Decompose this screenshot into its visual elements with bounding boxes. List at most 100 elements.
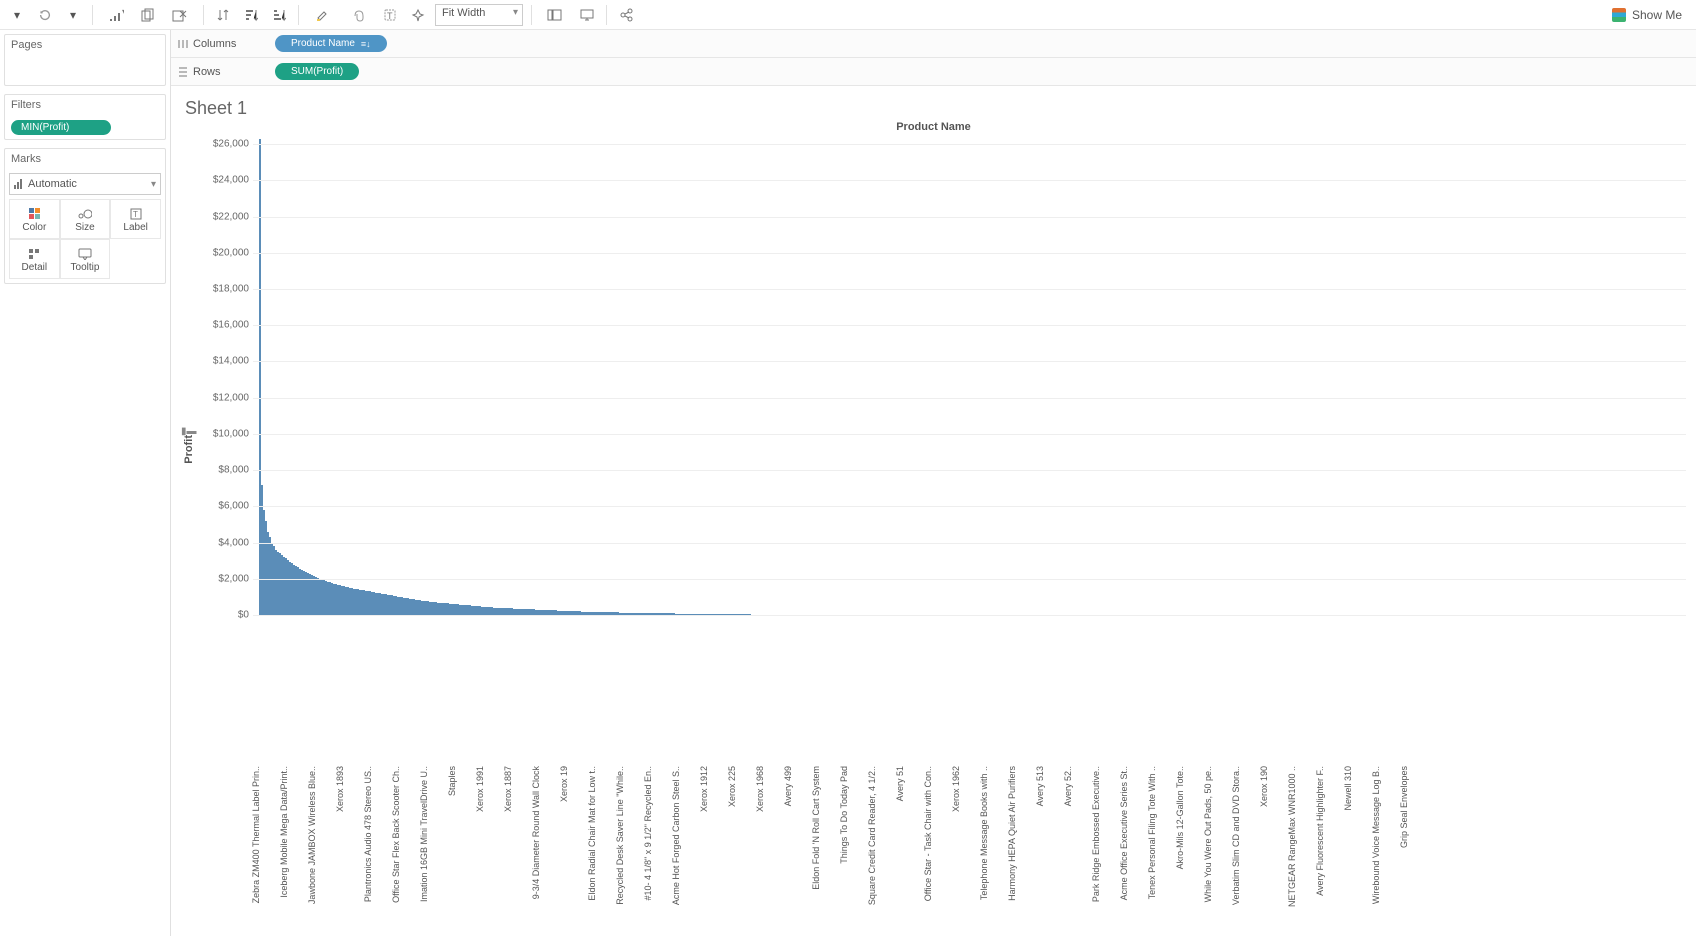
- pages-card[interactable]: Pages: [4, 34, 166, 86]
- sidebar: Pages Filters MIN(Profit) Marks Automati…: [0, 30, 171, 936]
- presentation-button[interactable]: [574, 2, 600, 28]
- share-button[interactable]: [613, 2, 639, 28]
- marks-card[interactable]: Marks Automatic Color Size TLabel Detail…: [4, 148, 166, 284]
- y-tick-label: $2,000: [203, 573, 249, 584]
- svg-text:T: T: [133, 210, 138, 219]
- x-tick-label: Harmony HEPA Quiet Air Purifiers: [1007, 766, 1017, 901]
- x-tick-label: Xerox 1991: [475, 766, 485, 812]
- x-tick-label: Avery 51: [895, 766, 905, 801]
- pin-button[interactable]: [405, 2, 431, 28]
- y-tick-label: $24,000: [203, 175, 249, 186]
- x-tick-label: Avery 52..: [1063, 766, 1073, 806]
- x-tick-label: Zebra ZM400 Thermal Label Prin..: [251, 766, 261, 903]
- highlight-button[interactable]: [305, 2, 339, 28]
- marks-detail-button[interactable]: Detail: [9, 239, 60, 279]
- sort-asc-button[interactable]: [238, 2, 264, 28]
- sort-desc-button[interactable]: [266, 2, 292, 28]
- x-axis-title: Product Name: [181, 121, 1686, 133]
- rows-pill-sum-profit[interactable]: SUM(Profit): [275, 63, 359, 80]
- x-tick-label: Telephone Message Books with ..: [979, 766, 989, 900]
- toolbar: ▾ ▾ ▾ T Fit Width Show Me: [0, 0, 1696, 30]
- svg-text:T: T: [387, 11, 393, 21]
- x-tick-label: Things To Do Today Pad: [839, 766, 849, 864]
- x-tick-label: Park Ridge Embossed Executive..: [1091, 766, 1101, 902]
- sort-icon: ≡↓: [361, 39, 371, 49]
- svg-text:▾: ▾: [122, 8, 124, 16]
- marks-type-select[interactable]: Automatic: [9, 173, 161, 195]
- y-tick-label: $0: [203, 610, 249, 621]
- x-tick-label: Tenex Personal Filing Tote With ..: [1147, 766, 1157, 899]
- x-tick-label: Acme Hot Forged Carbon Steel S..: [671, 766, 681, 905]
- x-tick-label: Square Credit Card Reader, 4 1/2..: [867, 766, 877, 905]
- clear-button[interactable]: [163, 2, 197, 28]
- rows-shelf[interactable]: Rows SUM(Profit): [171, 58, 1696, 86]
- marks-size-button[interactable]: Size: [60, 199, 111, 239]
- filter-pill-min-profit[interactable]: MIN(Profit): [11, 120, 111, 135]
- show-hide-cards-button[interactable]: [538, 2, 572, 28]
- filters-card[interactable]: Filters MIN(Profit): [4, 94, 166, 140]
- x-tick-label: Grip Seal Envelopes: [1399, 766, 1409, 848]
- label-toggle-button[interactable]: T: [377, 2, 403, 28]
- x-tick-label: Akro-Mils 12-Gallon Tote..: [1175, 766, 1185, 869]
- x-tick-label: Eldon Fold 'N Roll Cart System: [811, 766, 821, 890]
- x-tick-label: Xerox 1912: [699, 766, 709, 812]
- x-tick-label: Xerox 1962: [951, 766, 961, 812]
- attach-button[interactable]: [341, 2, 375, 28]
- chart-plot[interactable]: $0$2,000$4,000$6,000$8,000$10,000$12,000…: [203, 135, 1686, 615]
- x-tick-label: Office Star Flex Back Scooter Ch..: [391, 766, 401, 903]
- columns-shelf[interactable]: Columns Product Name ≡↓: [171, 30, 1696, 58]
- pause-dropdown-button[interactable]: ▾: [60, 2, 86, 28]
- y-tick-label: $14,000: [203, 356, 249, 367]
- y-tick-label: $8,000: [203, 465, 249, 476]
- show-me-icon: [1612, 8, 1626, 22]
- x-tick-label: Imation 16GB Mini TravelDrive U..: [419, 766, 429, 902]
- x-tick-label: Iceberg Mobile Mega Data/Print..: [279, 766, 289, 898]
- viz-area: Sheet 1 Product Name ▮▬ Profit $0$2,000$…: [171, 86, 1696, 936]
- x-axis-labels: Zebra ZM400 Thermal Label Prin.. Iceberg …: [247, 766, 1686, 936]
- x-tick-label: Newell 310: [1343, 766, 1353, 811]
- y-tick-label: $20,000: [203, 247, 249, 258]
- x-tick-label: Staples: [447, 766, 457, 796]
- y-tick-label: $16,000: [203, 320, 249, 331]
- x-tick-label: While You Were Out Pads, 50 pe..: [1203, 766, 1213, 902]
- columns-pill-product-name[interactable]: Product Name ≡↓: [275, 35, 387, 52]
- fit-select[interactable]: Fit Width: [435, 4, 523, 26]
- swap-button[interactable]: [210, 2, 236, 28]
- sheet-title[interactable]: Sheet 1: [185, 98, 1686, 119]
- x-tick-label: 9-3/4 Diameter Round Wall Clock: [531, 766, 541, 899]
- y-axis-title: Profit: [181, 435, 197, 464]
- pages-title: Pages: [5, 35, 165, 55]
- x-tick-label: Plantronics Audio 478 Stereo US..: [363, 766, 373, 902]
- x-tick-label: NETGEAR RangeMax WNR1000 ..: [1287, 766, 1297, 907]
- new-worksheet-button[interactable]: ▾: [99, 2, 133, 28]
- y-tick-label: $22,000: [203, 211, 249, 222]
- x-tick-label: Avery 499: [783, 766, 793, 806]
- x-tick-label: Xerox 225: [727, 766, 737, 807]
- marks-type-label: Automatic: [28, 178, 77, 190]
- y-tick-label: $18,000: [203, 283, 249, 294]
- marks-tooltip-button[interactable]: Tooltip: [60, 239, 111, 279]
- filters-title: Filters: [5, 95, 165, 115]
- x-tick-label: Avery 513: [1035, 766, 1045, 806]
- x-tick-label: Avery Fluorescent Highlighter F..: [1315, 766, 1325, 896]
- x-tick-label: Acme Office Executive Series St..: [1119, 766, 1129, 900]
- x-tick-label: Xerox 1893: [335, 766, 345, 812]
- rows-icon: [177, 66, 189, 78]
- marks-title: Marks: [5, 149, 165, 169]
- x-tick-label: Verbatim Slim CD and DVD Stora..: [1231, 766, 1241, 905]
- marks-label-button[interactable]: TLabel: [110, 199, 161, 239]
- x-tick-label: Recycled Desk Saver Line "While..: [615, 766, 625, 905]
- x-tick-label: Wirebound Voice Message Log B..: [1371, 766, 1381, 904]
- show-me-button[interactable]: Show Me: [1612, 8, 1682, 22]
- x-tick-label: Xerox 190: [1259, 766, 1269, 807]
- show-me-label: Show Me: [1632, 8, 1682, 22]
- x-tick-label: Office Star - Task Chair with Con..: [923, 766, 933, 901]
- y-tick-label: $6,000: [203, 501, 249, 512]
- duplicate-button[interactable]: [135, 2, 161, 28]
- x-tick-label: Xerox 19: [559, 766, 569, 802]
- undo-dropdown-button[interactable]: ▾: [4, 2, 30, 28]
- refresh-button[interactable]: [32, 2, 58, 28]
- x-tick-label: #10- 4 1/8" x 9 1/2" Recycled En..: [643, 766, 653, 900]
- x-tick-label: Xerox 1968: [755, 766, 765, 812]
- marks-color-button[interactable]: Color: [9, 199, 60, 239]
